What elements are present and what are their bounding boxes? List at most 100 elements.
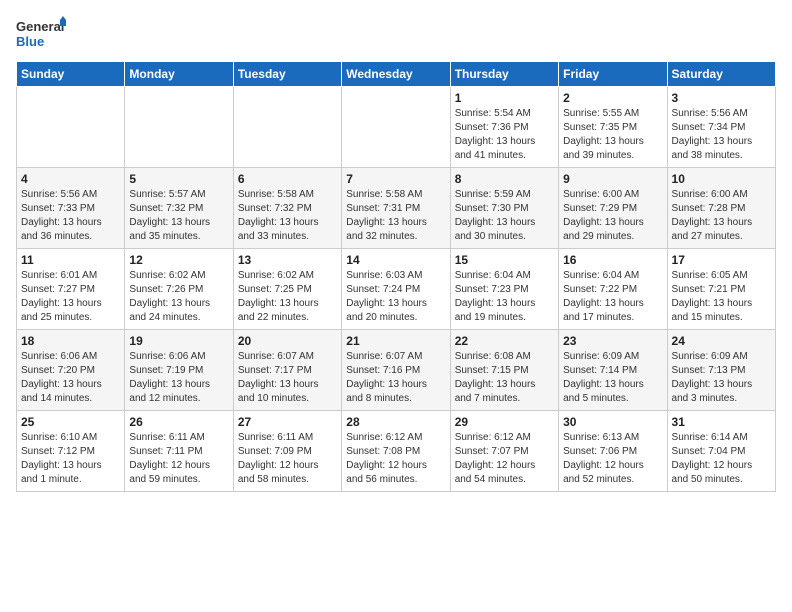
day-number: 31: [672, 415, 771, 429]
day-number: 9: [563, 172, 662, 186]
day-info: Sunrise: 6:02 AMSunset: 7:26 PMDaylight:…: [129, 269, 228, 325]
svg-text:General: General: [16, 19, 64, 34]
day-number: 4: [21, 172, 120, 186]
day-info: Sunrise: 6:11 AMSunset: 7:09 PMDaylight:…: [238, 431, 337, 487]
calendar-cell: 9 Sunrise: 6:00 AMSunset: 7:29 PMDaylight…: [559, 168, 667, 249]
calendar-cell: 15 Sunrise: 6:04 AMSunset: 7:23 PMDayligh…: [450, 249, 558, 330]
day-number: 27: [238, 415, 337, 429]
day-number: 8: [455, 172, 554, 186]
day-number: 16: [563, 253, 662, 267]
calendar-week-row: 11 Sunrise: 6:01 AMSunset: 7:27 PMDayligh…: [17, 249, 776, 330]
calendar-cell: 26 Sunrise: 6:11 AMSunset: 7:11 PMDayligh…: [125, 411, 233, 492]
day-info: Sunrise: 6:10 AMSunset: 7:12 PMDaylight:…: [21, 431, 120, 487]
day-number: 13: [238, 253, 337, 267]
calendar-cell: 2 Sunrise: 5:55 AMSunset: 7:35 PMDaylight…: [559, 87, 667, 168]
day-info: Sunrise: 6:11 AMSunset: 7:11 PMDaylight:…: [129, 431, 228, 487]
day-number: 19: [129, 334, 228, 348]
day-number: 14: [346, 253, 445, 267]
day-number: 26: [129, 415, 228, 429]
calendar-cell: 25 Sunrise: 6:10 AMSunset: 7:12 PMDayligh…: [17, 411, 125, 492]
day-number: 22: [455, 334, 554, 348]
day-number: 7: [346, 172, 445, 186]
day-info: Sunrise: 6:02 AMSunset: 7:25 PMDaylight:…: [238, 269, 337, 325]
day-number: 2: [563, 91, 662, 105]
day-info: Sunrise: 6:07 AMSunset: 7:17 PMDaylight:…: [238, 350, 337, 406]
day-number: 12: [129, 253, 228, 267]
calendar-cell: 23Sunrise: 6:09 AMSunset: 7:14 PMDayligh…: [559, 330, 667, 411]
day-info: Sunrise: 6:08 AMSunset: 7:15 PMDaylight:…: [455, 350, 554, 406]
day-number: 29: [455, 415, 554, 429]
day-info: Sunrise: 5:59 AMSunset: 7:30 PMDaylight:…: [455, 188, 554, 244]
calendar-cell: 20Sunrise: 6:07 AMSunset: 7:17 PMDayligh…: [233, 330, 341, 411]
calendar-week-row: 18Sunrise: 6:06 AMSunset: 7:20 PMDayligh…: [17, 330, 776, 411]
day-info: Sunrise: 5:58 AMSunset: 7:32 PMDaylight:…: [238, 188, 337, 244]
day-info: Sunrise: 6:03 AMSunset: 7:24 PMDaylight:…: [346, 269, 445, 325]
calendar-cell: [17, 87, 125, 168]
day-info: Sunrise: 6:06 AMSunset: 7:19 PMDaylight:…: [129, 350, 228, 406]
day-info: Sunrise: 6:07 AMSunset: 7:16 PMDaylight:…: [346, 350, 445, 406]
day-info: Sunrise: 5:55 AMSunset: 7:35 PMDaylight:…: [563, 107, 662, 163]
calendar-cell: 11 Sunrise: 6:01 AMSunset: 7:27 PMDayligh…: [17, 249, 125, 330]
calendar-cell: 13 Sunrise: 6:02 AMSunset: 7:25 PMDayligh…: [233, 249, 341, 330]
calendar-week-row: 4 Sunrise: 5:56 AMSunset: 7:33 PMDaylight…: [17, 168, 776, 249]
day-info: Sunrise: 6:00 AMSunset: 7:28 PMDaylight:…: [672, 188, 771, 244]
calendar-cell: 1 Sunrise: 5:54 AMSunset: 7:36 PMDaylight…: [450, 87, 558, 168]
day-info: Sunrise: 6:14 AMSunset: 7:04 PMDaylight:…: [672, 431, 771, 487]
calendar-cell: 7 Sunrise: 5:58 AMSunset: 7:31 PMDaylight…: [342, 168, 450, 249]
header-saturday: Saturday: [667, 62, 775, 87]
calendar-week-row: 25 Sunrise: 6:10 AMSunset: 7:12 PMDayligh…: [17, 411, 776, 492]
day-number: 10: [672, 172, 771, 186]
day-number: 15: [455, 253, 554, 267]
header-monday: Monday: [125, 62, 233, 87]
calendar-cell: 19 Sunrise: 6:06 AMSunset: 7:19 PMDayligh…: [125, 330, 233, 411]
calendar-cell: [342, 87, 450, 168]
calendar-cell: 16 Sunrise: 6:04 AMSunset: 7:22 PMDayligh…: [559, 249, 667, 330]
day-info: Sunrise: 6:12 AMSunset: 7:08 PMDaylight:…: [346, 431, 445, 487]
day-info: Sunrise: 6:01 AMSunset: 7:27 PMDaylight:…: [21, 269, 120, 325]
day-info: Sunrise: 6:04 AMSunset: 7:23 PMDaylight:…: [455, 269, 554, 325]
calendar-cell: 27 Sunrise: 6:11 AMSunset: 7:09 PMDayligh…: [233, 411, 341, 492]
day-info: Sunrise: 5:58 AMSunset: 7:31 PMDaylight:…: [346, 188, 445, 244]
day-number: 21: [346, 334, 445, 348]
day-number: 6: [238, 172, 337, 186]
day-info: Sunrise: 6:13 AMSunset: 7:06 PMDaylight:…: [563, 431, 662, 487]
calendar-cell: 24Sunrise: 6:09 AMSunset: 7:13 PMDayligh…: [667, 330, 775, 411]
calendar-cell: 18Sunrise: 6:06 AMSunset: 7:20 PMDayligh…: [17, 330, 125, 411]
calendar-cell: 8 Sunrise: 5:59 AMSunset: 7:30 PMDaylight…: [450, 168, 558, 249]
calendar-cell: 28 Sunrise: 6:12 AMSunset: 7:08 PMDayligh…: [342, 411, 450, 492]
day-info: Sunrise: 6:12 AMSunset: 7:07 PMDaylight:…: [455, 431, 554, 487]
calendar-cell: [125, 87, 233, 168]
calendar-cell: 30 Sunrise: 6:13 AMSunset: 7:06 PMDayligh…: [559, 411, 667, 492]
day-info: Sunrise: 6:05 AMSunset: 7:21 PMDaylight:…: [672, 269, 771, 325]
day-number: 24: [672, 334, 771, 348]
header-tuesday: Tuesday: [233, 62, 341, 87]
day-number: 17: [672, 253, 771, 267]
day-info: Sunrise: 6:09 AMSunset: 7:14 PMDaylight:…: [563, 350, 662, 406]
day-number: 28: [346, 415, 445, 429]
day-number: 30: [563, 415, 662, 429]
calendar-cell: 31 Sunrise: 6:14 AMSunset: 7:04 PMDayligh…: [667, 411, 775, 492]
day-number: 11: [21, 253, 120, 267]
logo: General Blue: [16, 16, 66, 51]
calendar-cell: 14 Sunrise: 6:03 AMSunset: 7:24 PMDayligh…: [342, 249, 450, 330]
calendar-cell: 21 Sunrise: 6:07 AMSunset: 7:16 PMDayligh…: [342, 330, 450, 411]
logo-svg: General Blue: [16, 16, 66, 51]
day-number: 1: [455, 91, 554, 105]
calendar-cell: 6 Sunrise: 5:58 AMSunset: 7:32 PMDaylight…: [233, 168, 341, 249]
page-header: General Blue: [16, 16, 776, 51]
day-info: Sunrise: 5:54 AMSunset: 7:36 PMDaylight:…: [455, 107, 554, 163]
day-info: Sunrise: 6:00 AMSunset: 7:29 PMDaylight:…: [563, 188, 662, 244]
header-sunday: Sunday: [17, 62, 125, 87]
day-info: Sunrise: 5:56 AMSunset: 7:33 PMDaylight:…: [21, 188, 120, 244]
day-number: 3: [672, 91, 771, 105]
calendar-cell: [233, 87, 341, 168]
calendar-table: SundayMondayTuesdayWednesdayThursdayFrid…: [16, 61, 776, 492]
calendar-week-row: 1 Sunrise: 5:54 AMSunset: 7:36 PMDaylight…: [17, 87, 776, 168]
svg-text:Blue: Blue: [16, 34, 44, 49]
calendar-header-row: SundayMondayTuesdayWednesdayThursdayFrid…: [17, 62, 776, 87]
day-number: 18: [21, 334, 120, 348]
calendar-cell: 10 Sunrise: 6:00 AMSunset: 7:28 PMDayligh…: [667, 168, 775, 249]
calendar-cell: 4 Sunrise: 5:56 AMSunset: 7:33 PMDaylight…: [17, 168, 125, 249]
day-number: 25: [21, 415, 120, 429]
day-info: Sunrise: 6:04 AMSunset: 7:22 PMDaylight:…: [563, 269, 662, 325]
